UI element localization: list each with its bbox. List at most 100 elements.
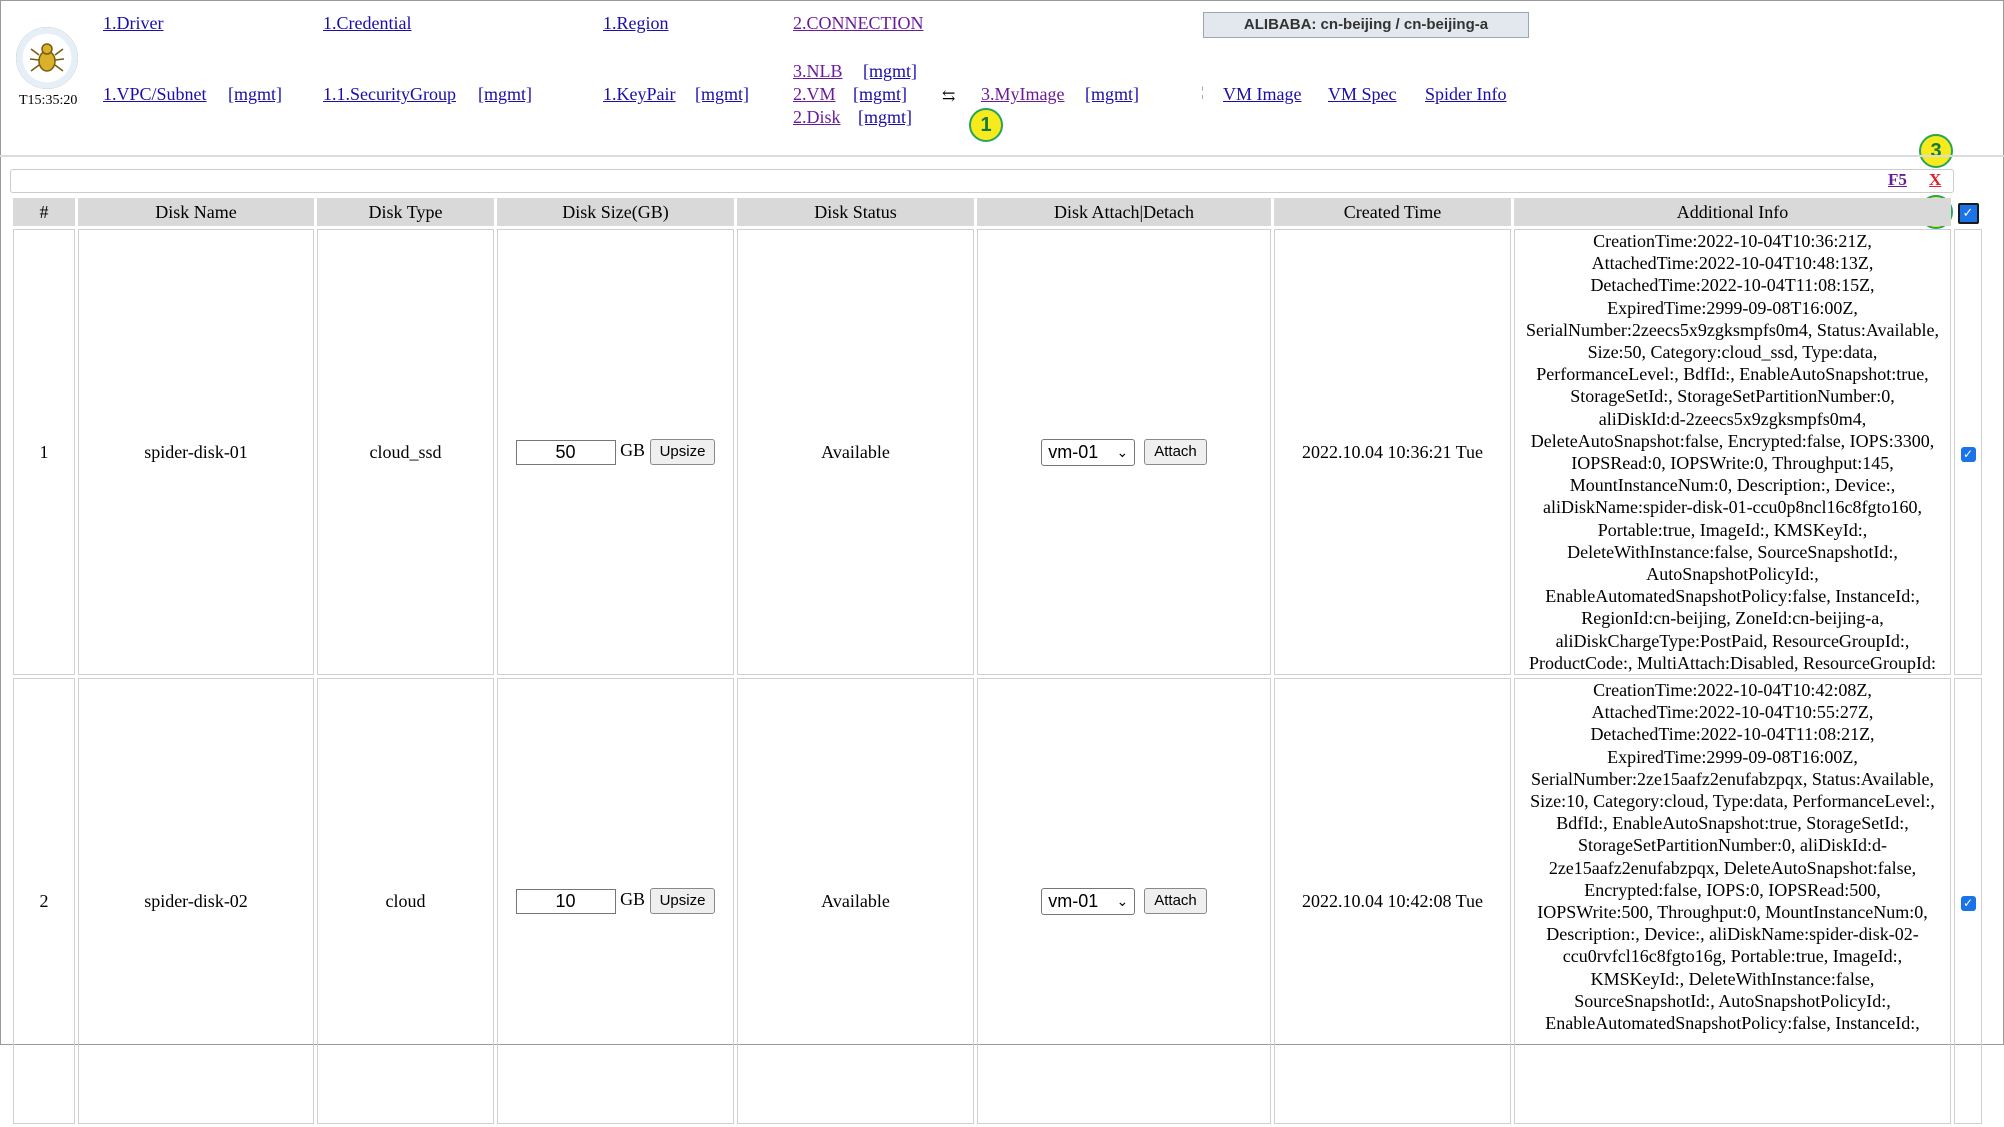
spider-icon <box>30 43 64 72</box>
info-line: AutoSnapshotPolicyId:, <box>1646 564 1819 585</box>
callout-badge-3: 3 <box>1919 134 1953 168</box>
info-line: ExpiredTime:2999-09-08T16:00Z, <box>1607 746 1858 767</box>
info-line: ProductCode:, MultiAttach:Disabled, Reso… <box>1529 652 1936 673</box>
securitygroup-link[interactable]: 1.1.SecurityGroup <box>323 84 456 105</box>
myimage-link[interactable]: 3.MyImage <box>981 84 1064 105</box>
disk-mgmt-link[interactable]: [mgmt] <box>858 107 912 128</box>
vm-select-value: vm-01 <box>1048 441 1099 462</box>
additional-info-cell: CreationTime:2022-10-04T10:36:21Z, Attach… <box>1514 229 1951 675</box>
info-line: aliDiskId:d-2zeecs5x9zgksmpfs0m4, <box>1598 408 1867 429</box>
vm-select[interactable]: vm-01 ⌄ <box>1041 438 1136 466</box>
col-header-disk-name: Disk Name <box>78 198 314 226</box>
info-line: CreationTime:2022-10-04T10:42:08Z, <box>1593 680 1872 700</box>
securitygroup-mgmt-link[interactable]: [mgmt] <box>478 84 532 105</box>
upsize-button[interactable]: Upsize <box>649 439 716 465</box>
driver-link[interactable]: 1.Driver <box>103 13 163 34</box>
created-time-cell: 2022.10.04 10:42:08 Tue <box>1274 678 1511 1124</box>
disk-status-cell: Available <box>737 229 974 675</box>
info-line: ExpiredTime:2999-09-08T16:00Z, <box>1607 297 1858 318</box>
info-line: DeleteWithInstance:false, SourceSnapshot… <box>1567 541 1898 562</box>
info-line: ccu0rvfcl16c8fgto16g, Portable:true, Ima… <box>1562 946 1903 967</box>
info-line: RegionId:cn-beijing, ZoneId:cn-beijing-a… <box>1581 608 1884 629</box>
vpc-mgmt-link[interactable]: [mgmt] <box>228 84 282 105</box>
row-checkbox[interactable]: ✓ <box>1960 895 1976 911</box>
col-header-disk-status: Disk Status <box>737 198 974 226</box>
chevron-down-icon: ⌄ <box>1116 892 1129 909</box>
keypair-link[interactable]: 1.KeyPair <box>603 84 675 105</box>
col-header-created-time: Created Time <box>1274 198 1511 226</box>
row-checkbox[interactable]: ✓ <box>1960 446 1976 462</box>
spider-logo[interactable] <box>16 27 78 89</box>
col-header-attach-detach: Disk Attach|Detach <box>977 198 1271 226</box>
table-row: 2 spider-disk-02 cloud GB Upsize Availab… <box>13 678 1982 1124</box>
spider-info-link[interactable]: Spider Info <box>1425 84 1506 105</box>
select-all-checkbox[interactable]: ✓ <box>1957 202 1979 224</box>
upsize-button[interactable]: Upsize <box>649 888 716 914</box>
table-header-row: # Disk Name Disk Type Disk Size(GB) Disk… <box>13 198 1982 226</box>
info-line: Description:, Device:, aliDiskName:spide… <box>1546 924 1919 945</box>
info-line: Portable:true, ImageId:, KMSKeyId:, <box>1597 519 1868 540</box>
header-divider <box>0 155 2004 157</box>
disk-name-cell: spider-disk-02 <box>78 678 314 1124</box>
info-line: BdfId:, EnableAutoSnapshot:true, Storage… <box>1556 813 1909 834</box>
vm-select[interactable]: vm-01 ⌄ <box>1041 887 1136 915</box>
attach-button[interactable]: Attach <box>1144 439 1207 465</box>
info-line: aliDiskChargeType:PostPaid, ResourceGrou… <box>1555 630 1910 651</box>
disk-link[interactable]: 2.Disk <box>793 107 841 128</box>
info-line: KMSKeyId:, DeleteWithInstance:false, <box>1590 968 1875 989</box>
vm-spec-link[interactable]: VM Spec <box>1328 84 1397 105</box>
chevron-down-icon: ⌄ <box>1116 443 1129 460</box>
separator: ¦ <box>1201 85 1204 100</box>
nlb-mgmt-link[interactable]: [mgmt] <box>863 61 917 82</box>
close-button[interactable]: X <box>1929 170 1941 190</box>
swap-icon[interactable]: ⇆ <box>942 86 955 106</box>
additional-info-text: CreationTime:2022-10-04T10:36:21Z, Attach… <box>1515 230 1950 674</box>
myimage-mgmt-link[interactable]: [mgmt] <box>1085 84 1139 105</box>
info-line: SourceSnapshotId:, AutoSnapshotPolicyId:… <box>1574 990 1891 1011</box>
col-header-additional-info: Additional Info <box>1514 198 1951 226</box>
vpc-link[interactable]: 1.VPC/Subnet <box>103 84 207 105</box>
size-unit-label: GB <box>620 889 646 910</box>
vm-mgmt-link[interactable]: [mgmt] <box>853 84 907 105</box>
disk-size-input[interactable] <box>515 888 616 914</box>
disk-size-cell: GB Upsize <box>497 678 734 1124</box>
region-indicator: ALIBABA: cn-beijing / cn-beijing-a <box>1203 12 1529 38</box>
info-line: AttachedTime:2022-10-04T10:48:13Z, <box>1591 253 1874 274</box>
connection-link[interactable]: 2.CONNECTION <box>793 13 924 34</box>
info-line: Size:50, Category:cloud_ssd, Type:data, <box>1587 342 1878 363</box>
vm-link[interactable]: 2.VM <box>793 84 836 105</box>
info-line: Encrypted:false, IOPS:0, IOPSRead:500, <box>1584 879 1881 900</box>
info-line: MountInstanceNum:0, Description:, Device… <box>1569 475 1896 496</box>
keypair-mgmt-link[interactable]: [mgmt] <box>695 84 749 105</box>
vm-image-link[interactable]: VM Image <box>1223 84 1301 105</box>
info-line: SerialNumber:2ze15aafz2enufabzpqx, Statu… <box>1530 768 1934 789</box>
disk-name-cell: spider-disk-01 <box>78 229 314 675</box>
info-line: EnableAutomatedSnapshotPolicy:false, Ins… <box>1545 586 1920 607</box>
nlb-link[interactable]: 3.NLB <box>793 61 843 82</box>
created-time-cell: 2022.10.04 10:36:21 Tue <box>1274 229 1511 675</box>
info-line: aliDiskName:spider-disk-01-ccu0p8ncl16c8… <box>1542 497 1923 518</box>
info-line: IOPSWrite:500, Throughput:0, MountInstan… <box>1537 902 1928 923</box>
table-row: 1 spider-disk-01 cloud_ssd GB Upsize Ava… <box>13 229 1982 675</box>
disk-status-cell: Available <box>737 678 974 1124</box>
refresh-button[interactable]: F5 <box>1888 170 1907 190</box>
info-line: IOPSRead:0, IOPSWrite:0, Throughput:145, <box>1571 453 1894 474</box>
attach-detach-cell: vm-01 ⌄ Attach <box>977 678 1271 1124</box>
attach-detach-cell: vm-01 ⌄ Attach <box>977 229 1271 675</box>
col-header-disk-type: Disk Type <box>317 198 494 226</box>
info-line: StorageSetPartitionNumber:0, aliDiskId:d… <box>1578 835 1887 856</box>
row-select-cell: ✓ <box>1954 229 1982 675</box>
disk-size-input[interactable] <box>515 439 616 465</box>
info-line: StorageSetId:, StorageSetPartitionNumber… <box>1570 386 1895 407</box>
row-select-cell: ✓ <box>1954 678 1982 1124</box>
callout-badge-1: 1 <box>969 108 1003 142</box>
credential-link[interactable]: 1.Credential <box>323 13 411 34</box>
region-link[interactable]: 1.Region <box>603 13 669 34</box>
info-line: CreationTime:2022-10-04T10:36:21Z, <box>1593 231 1872 251</box>
vm-select-value: vm-01 <box>1048 890 1099 911</box>
attach-button[interactable]: Attach <box>1144 888 1207 914</box>
info-line: EnableAutomatedSnapshotPolicy:false, Ins… <box>1545 1013 1920 1034</box>
row-number: 1 <box>13 229 75 675</box>
info-line: PerformanceLevel:, BdfId:, EnableAutoSna… <box>1536 364 1929 385</box>
info-line: AttachedTime:2022-10-04T10:55:27Z, <box>1591 702 1874 723</box>
